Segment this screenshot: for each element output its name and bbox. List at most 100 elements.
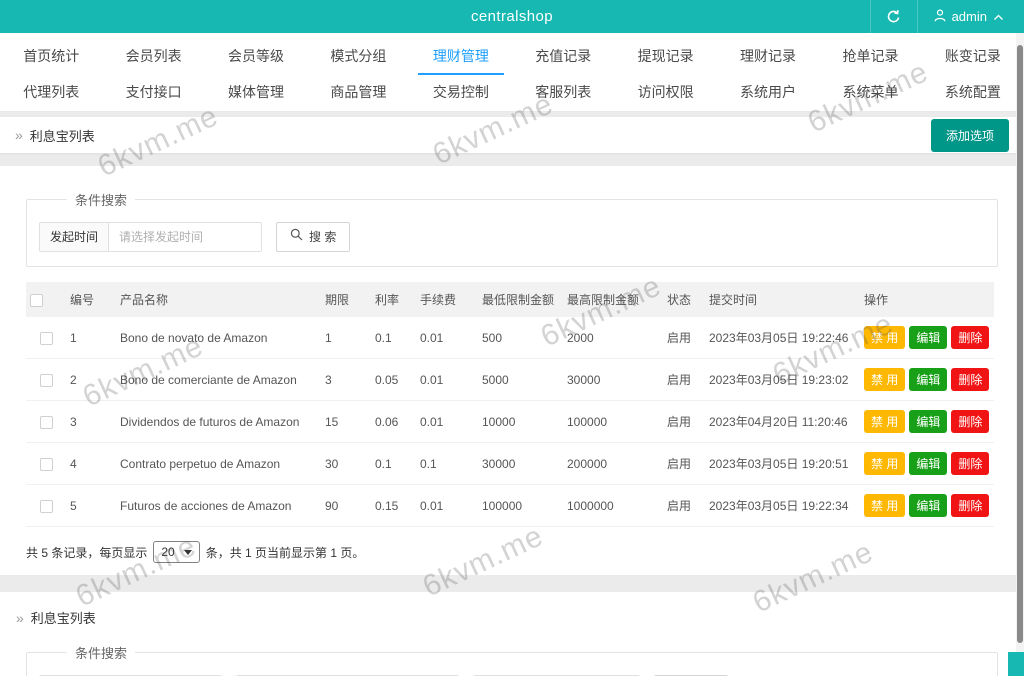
nav-item-grab-order-records[interactable]: 抢单记录 <box>819 39 921 75</box>
cell-time: 2023年03月05日 19:22:46 <box>705 317 860 359</box>
status-badge: 启用 <box>663 317 705 359</box>
start-time-input[interactable] <box>109 223 262 251</box>
nav-item-system-users[interactable]: 系统用户 <box>717 75 819 111</box>
nav-item-trade-control[interactable]: 交易控制 <box>410 75 512 111</box>
disable-button[interactable]: 禁 用 <box>864 494 906 517</box>
main-nav: 首页统计 会员列表 会员等级 模式分组 理财管理 充值记录 提现记录 理财记录 … <box>0 33 1024 112</box>
row-checkbox[interactable] <box>39 457 53 471</box>
search-legend: 条件搜索 <box>75 193 128 208</box>
row-checkbox[interactable] <box>39 373 53 387</box>
cell-fee: 0.01 <box>416 400 478 443</box>
cell-max: 2000 <box>563 317 663 359</box>
breadcrumb-bar-2: » 利息宝列表 <box>14 600 1010 631</box>
disable-button[interactable]: 禁 用 <box>864 326 906 349</box>
cell-fee: 0.01 <box>416 317 478 359</box>
back-to-top-button[interactable] <box>1008 652 1024 676</box>
user-icon <box>934 8 946 25</box>
pagination-prefix: 共 5 条记录，每页显示 <box>26 545 148 560</box>
table-row: 2 Bono de comerciante de Amazon 3 0.05 0… <box>26 358 994 401</box>
nav-row-2: 代理列表 支付接口 媒体管理 商品管理 交易控制 客服列表 访问权限 系统用户 … <box>0 75 1024 111</box>
breadcrumb-icon: » <box>16 609 24 626</box>
cell-max: 1000000 <box>563 484 663 527</box>
search-button[interactable]: 搜 索 <box>276 222 351 252</box>
admin-page: centralshop admin 首页统计 会员列表 会员等级 模式分组 理财… <box>0 0 1024 676</box>
interest-records-panel: » 利息宝列表 条件搜索 用户名称 发起时间 类型 所有类型 <box>0 592 1024 676</box>
disable-button[interactable]: 禁 用 <box>864 452 906 475</box>
nav-item-home-stats[interactable]: 首页统计 <box>0 39 102 75</box>
delete-button[interactable]: 删除 <box>951 410 990 433</box>
nav-item-balance-records[interactable]: 账变记录 <box>922 39 1024 75</box>
cell-term: 15 <box>321 400 371 443</box>
nav-item-system-config[interactable]: 系统配置 <box>922 75 1024 111</box>
refresh-icon[interactable] <box>871 0 917 33</box>
nav-item-withdraw-records[interactable]: 提现记录 <box>614 39 716 75</box>
cell-min: 500 <box>478 317 563 359</box>
nav-row-1: 首页统计 会员列表 会员等级 模式分组 理财管理 充值记录 提现记录 理财记录 … <box>0 39 1024 75</box>
edit-button[interactable]: 编辑 <box>909 410 948 433</box>
nav-item-access-rights[interactable]: 访问权限 <box>614 75 716 111</box>
nav-item-finance-records[interactable]: 理财记录 <box>717 39 819 75</box>
scrollbar-track[interactable] <box>1016 33 1024 676</box>
products-table: 编号 产品名称 期限 利率 手续费 最低限制金额 最高限制金额 状态 提交时间 … <box>26 282 994 527</box>
admin-menu[interactable]: admin <box>918 0 1024 33</box>
cell-id: 2 <box>66 358 116 401</box>
page-size-select[interactable]: 20 <box>153 541 200 563</box>
edit-button[interactable]: 编辑 <box>909 368 948 391</box>
nav-item-finance-manage[interactable]: 理财管理 <box>410 39 512 75</box>
admin-username: admin <box>951 9 987 24</box>
nav-item-member-level[interactable]: 会员等级 <box>205 39 307 75</box>
nav-item-service-list[interactable]: 客服列表 <box>512 75 614 111</box>
cell-fee: 0.01 <box>416 484 478 527</box>
add-option-button[interactable]: 添加选项 <box>930 118 1009 152</box>
nav-item-agent-list[interactable]: 代理列表 <box>0 75 102 111</box>
nav-item-payment-api[interactable]: 支付接口 <box>102 75 204 111</box>
nav-item-member-list[interactable]: 会员列表 <box>102 39 204 75</box>
nav-item-recharge-records[interactable]: 充值记录 <box>512 39 614 75</box>
search-fieldset: 条件搜索 发起时间 搜 索 <box>26 190 998 267</box>
edit-button[interactable]: 编辑 <box>909 494 948 517</box>
row-checkbox[interactable] <box>39 331 53 345</box>
status-badge: 启用 <box>663 400 705 443</box>
row-checkbox[interactable] <box>39 499 53 513</box>
cell-max: 100000 <box>563 400 663 443</box>
cell-name: Contrato perpetuo de Amazon <box>116 442 321 485</box>
nav-item-system-menu[interactable]: 系统菜单 <box>819 75 921 111</box>
pagination: 共 5 条记录，每页显示 20 条，共 1 页当前显示第 1 页。 <box>26 541 998 563</box>
cell-name: Dividendos de futuros de Amazon <box>116 400 321 443</box>
table-row: 1 Bono de novato de Amazon 1 0.1 0.01 50… <box>26 317 994 359</box>
nav-item-product-manage[interactable]: 商品管理 <box>307 75 409 111</box>
start-time-label: 发起时间 <box>40 223 110 251</box>
cell-rate: 0.05 <box>371 358 416 401</box>
header-actions: admin <box>869 0 1024 33</box>
chevron-up-icon <box>993 9 1004 24</box>
col-header-status: 状态 <box>663 282 705 317</box>
cell-rate: 0.06 <box>371 400 416 443</box>
cell-time: 2023年03月05日 19:23:02 <box>705 358 860 401</box>
pagination-suffix: 条，共 1 页当前显示第 1 页。 <box>205 545 365 560</box>
disable-button[interactable]: 禁 用 <box>864 368 906 391</box>
interest-product-panel: 条件搜索 发起时间 搜 索 <box>0 166 1024 575</box>
status-badge: 启用 <box>663 442 705 485</box>
cell-min: 30000 <box>478 442 563 485</box>
table-row: 5 Futuros de acciones de Amazon 90 0.15 … <box>26 484 994 527</box>
delete-button[interactable]: 删除 <box>951 368 990 391</box>
delete-button[interactable]: 删除 <box>951 326 990 349</box>
cell-id: 3 <box>66 400 116 443</box>
cell-fee: 0.01 <box>416 358 478 401</box>
scrollbar-thumb[interactable] <box>1017 45 1023 643</box>
col-header-fee: 手续费 <box>416 282 478 317</box>
nav-item-media-manage[interactable]: 媒体管理 <box>205 75 307 111</box>
row-checkbox[interactable] <box>39 415 53 429</box>
search-form: 发起时间 搜 索 <box>39 222 985 252</box>
nav-item-mode-group[interactable]: 模式分组 <box>307 39 409 75</box>
search-legend-2: 条件搜索 <box>75 646 128 661</box>
cell-max: 30000 <box>563 358 663 401</box>
col-header-min: 最低限制金额 <box>478 282 563 317</box>
delete-button[interactable]: 删除 <box>951 452 990 475</box>
edit-button[interactable]: 编辑 <box>909 326 948 349</box>
disable-button[interactable]: 禁 用 <box>864 410 906 433</box>
cell-time: 2023年03月05日 19:20:51 <box>705 442 860 485</box>
edit-button[interactable]: 编辑 <box>909 452 948 475</box>
select-all-checkbox[interactable] <box>30 293 43 307</box>
delete-button[interactable]: 删除 <box>951 494 990 517</box>
